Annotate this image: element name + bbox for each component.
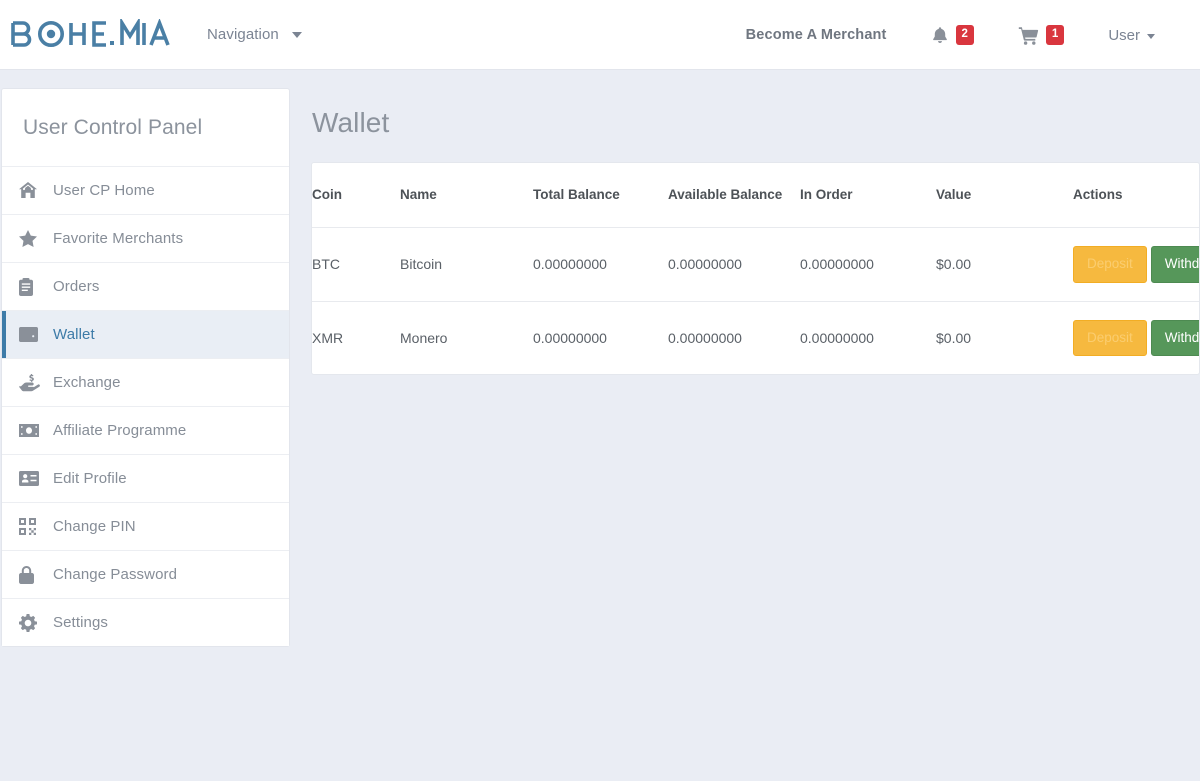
brand-logo[interactable] <box>10 0 170 70</box>
user-menu-dropdown[interactable]: User <box>1108 27 1155 44</box>
cell-available-balance: 0.00000000 <box>668 227 800 302</box>
header-right-group: Become A Merchant 2 1 User <box>746 0 1200 70</box>
cell-total-balance: 0.00000000 <box>533 329 607 346</box>
navigation-dropdown[interactable]: Navigation <box>207 0 302 70</box>
cell-in-order: 0.00000000 <box>800 227 936 302</box>
cell-actions: DepositWithdraw <box>1073 301 1199 374</box>
sidebar-item-wallet[interactable]: Wallet <box>2 310 289 358</box>
page-title: Wallet <box>312 107 390 138</box>
column-header-total-balance: Total Balance <box>533 163 668 228</box>
sidebar-item-label: Wallet <box>53 326 95 343</box>
page-body: User Control Panel User CP Home Favorite… <box>0 70 1200 647</box>
money-bill-icon <box>19 424 45 437</box>
sidebar-item-label: Edit Profile <box>53 470 127 487</box>
clipboard-icon <box>19 277 45 296</box>
sidebar-item-orders[interactable]: Orders <box>2 262 289 310</box>
sidebar-item-label: Affiliate Programme <box>53 422 187 439</box>
star-icon <box>19 230 45 247</box>
column-header-in-order: In Order <box>800 163 936 228</box>
sidebar-item-favorite-merchants[interactable]: Favorite Merchants <box>2 214 289 262</box>
cell-actions: DepositWithdraw <box>1073 227 1199 302</box>
bohemia-logo-icon <box>11 18 170 47</box>
withdraw-button[interactable]: Withdraw <box>1150 319 1199 356</box>
bell-icon <box>932 26 947 43</box>
table-header-row: Coin Name Total Balance Available Balanc… <box>312 163 1199 228</box>
sidebar-item-change-pin[interactable]: Change PIN <box>2 502 289 550</box>
wallet-table-head: Coin Name Total Balance Available Balanc… <box>312 163 1199 228</box>
sidebar-item-label: Change PIN <box>53 518 136 535</box>
deposit-button[interactable]: Deposit <box>1073 319 1147 356</box>
cell-in-order: 0.00000000 <box>800 329 874 346</box>
wallet-icon <box>19 327 45 342</box>
main-content: Wallet Coin Name Total Balance Available… <box>311 88 1200 375</box>
sidebar-item-label: Change Password <box>53 566 178 583</box>
column-header-value: Value <box>936 163 1073 228</box>
chevron-down-icon <box>291 31 302 38</box>
sidebar-item-change-password[interactable]: Change Password <box>2 550 289 598</box>
sidebar-title: User Control Panel <box>23 116 203 139</box>
wallet-table: Coin Name Total Balance Available Balanc… <box>312 163 1199 375</box>
sidebar-item-label: Orders <box>53 278 100 295</box>
deposit-button[interactable]: Deposit <box>1073 246 1147 283</box>
lock-icon <box>19 565 45 584</box>
cell-name: Monero <box>400 329 448 346</box>
wallet-table-card: Coin Name Total Balance Available Balanc… <box>311 162 1200 375</box>
sidebar-item-label: Exchange <box>53 374 121 391</box>
cart-badge: 1 <box>1045 24 1065 46</box>
cell-total-balance: 0.00000000 <box>533 227 668 302</box>
sidebar-item-user-cp-home[interactable]: User CP Home <box>2 166 289 214</box>
wallet-table-body: BTC Bitcoin 0.00000000 0.00000000 0.0000… <box>312 227 1199 375</box>
chevron-down-icon <box>1147 33 1155 39</box>
shopping-cart-icon <box>1018 26 1039 45</box>
hand-dollar-icon <box>19 373 45 392</box>
sidebar-item-exchange[interactable]: Exchange <box>2 358 289 406</box>
sidebar-item-edit-profile[interactable]: Edit Profile <box>2 454 289 502</box>
cell-value: $0.00 <box>936 329 972 346</box>
sidebar-item-settings[interactable]: Settings <box>2 598 289 646</box>
become-a-merchant-link[interactable]: Become A Merchant <box>746 27 887 43</box>
gear-icon <box>19 613 45 632</box>
sidebar-item-label: Settings <box>53 614 108 631</box>
column-header-name: Name <box>400 163 533 228</box>
user-control-panel-sidebar: User Control Panel User CP Home Favorite… <box>1 88 290 647</box>
withdraw-button[interactable]: Withdraw <box>1150 246 1199 283</box>
sidebar-item-label: Favorite Merchants <box>53 230 184 247</box>
home-icon <box>19 182 45 199</box>
column-header-available-balance: Available Balance <box>668 163 800 228</box>
cell-coin: XMR <box>312 329 344 346</box>
user-menu-label: User <box>1108 26 1140 44</box>
table-row: BTC Bitcoin 0.00000000 0.00000000 0.0000… <box>312 227 1199 302</box>
sidebar-item-label: User CP Home <box>53 182 155 199</box>
column-header-actions: Actions <box>1073 163 1199 228</box>
cell-value: $0.00 <box>936 227 1073 302</box>
notifications-badge: 2 <box>955 24 974 46</box>
column-header-coin: Coin <box>312 163 400 228</box>
notifications-button[interactable]: 2 <box>931 24 974 46</box>
id-card-icon <box>19 471 45 486</box>
cell-available-balance: 0.00000000 <box>668 329 742 346</box>
top-navigation-bar: Navigation Become A Merchant 2 1 User <box>0 0 1200 70</box>
sidebar-item-affiliate-programme[interactable]: Affiliate Programme <box>2 406 289 454</box>
cell-coin: BTC <box>312 227 400 302</box>
qr-code-icon <box>19 518 45 535</box>
cell-name: Bitcoin <box>400 227 533 302</box>
table-row: XMR Monero 0.00000000 0.00000000 0.00000… <box>312 301 1199 374</box>
cart-button[interactable]: 1 <box>1018 24 1065 46</box>
navigation-dropdown-label: Navigation <box>207 26 279 43</box>
